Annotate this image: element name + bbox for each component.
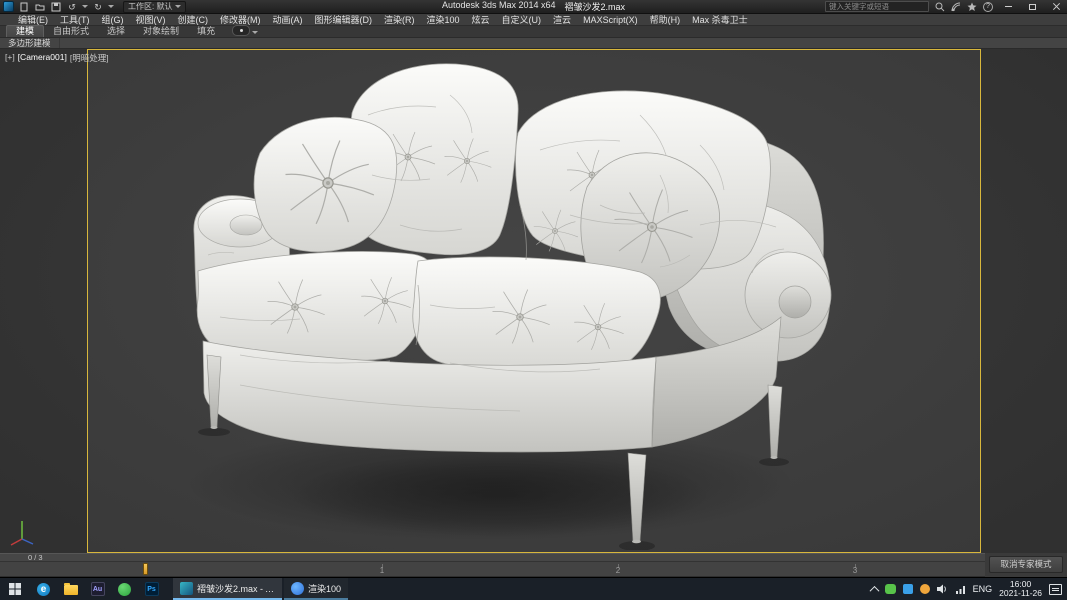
menu-item-group[interactable]: 组(G) <box>96 13 130 26</box>
photoshop-icon[interactable] <box>138 578 165 600</box>
taskbar-window-render100[interactable]: 渲染100 <box>284 578 348 600</box>
quick-access-toolbar: 工作区: 默认 <box>0 1 186 13</box>
frame-indicator: 0 / 3 <box>28 554 43 562</box>
language-indicator[interactable]: ENG <box>973 584 993 594</box>
taskbar: 褶皱沙发2.max - A... 渲染100 ENG 16:00 2021-11… <box>0 577 1067 600</box>
3dsmax-window: 工作区: 默认 Autodesk 3ds Max 2014 x64 褶皱沙发2.… <box>0 0 1067 600</box>
menu-item-tools[interactable]: 工具(T) <box>54 13 96 26</box>
new-scene-icon[interactable] <box>18 1 30 13</box>
ribbon-tab-modeling[interactable]: 建模 <box>6 25 44 37</box>
tick-label-2: 2 <box>616 566 620 575</box>
render100-icon <box>291 582 304 595</box>
file-title: 褶皱沙发2.max <box>565 0 626 13</box>
world-axis-icon <box>8 517 36 547</box>
workspace-label: 工作区: 默认 <box>128 1 172 12</box>
audition-icon[interactable] <box>84 578 111 600</box>
favorites-star-icon[interactable] <box>967 2 977 12</box>
menu-item-animation[interactable]: 动画(A) <box>267 13 309 26</box>
title-bar: 工作区: 默认 Autodesk 3ds Max 2014 x64 褶皱沙发2.… <box>0 0 1067 14</box>
taskbar-window-3dsmax[interactable]: 褶皱沙发2.max - A... <box>173 578 282 600</box>
ribbon-tabs: 建模 自由形式 选择 对象绘制 填充 <box>0 26 1067 38</box>
viewport-canvas[interactable]: [+] [Camera001] [明暗处理] <box>0 49 1067 553</box>
wechat-icon[interactable] <box>885 584 896 594</box>
maximize-button[interactable] <box>1023 0 1041 14</box>
redo-icon[interactable] <box>92 1 104 13</box>
menu-item-xuancloud[interactable]: 炫云 <box>466 13 496 26</box>
ribbon-tab-selection[interactable]: 选择 <box>98 26 134 37</box>
edge-browser-icon[interactable] <box>30 578 57 600</box>
hidden-icons-chevron[interactable] <box>869 585 879 595</box>
workspace-caret-icon <box>175 5 181 8</box>
ribbon-display-toggle[interactable] <box>232 25 250 36</box>
tick-label-3: 3 <box>853 566 857 575</box>
start-button[interactable] <box>0 578 30 600</box>
menu-item-graph-editors[interactable]: 图形编辑器(D) <box>309 13 379 26</box>
communication-center-icon[interactable] <box>951 2 961 12</box>
close-button[interactable] <box>1047 0 1065 14</box>
redo-dropdown-caret-icon[interactable] <box>108 5 114 8</box>
menu-bar: 编辑(E) 工具(T) 组(G) 视图(V) 创建(C) 修改器(M) 动画(A… <box>0 14 1067 26</box>
cloud-drive-icon[interactable] <box>903 584 913 594</box>
workspace-selector[interactable]: 工作区: 默认 <box>123 1 186 13</box>
save-icon[interactable] <box>50 1 62 13</box>
search-input[interactable] <box>825 1 929 12</box>
volume-icon[interactable] <box>937 584 949 594</box>
menu-item-max-antivirus[interactable]: Max 杀毒卫士 <box>686 13 754 26</box>
window-title: Autodesk 3ds Max 2014 x64 褶皱沙发2.max <box>442 0 625 13</box>
track-bar[interactable]: 0 / 3 <box>0 553 985 562</box>
infocenter <box>825 0 1067 14</box>
app-logo-icon[interactable] <box>3 1 14 12</box>
menu-item-rendercloud[interactable]: 渲云 <box>547 13 577 26</box>
undo-icon[interactable] <box>66 1 78 13</box>
cancel-expert-mode-button[interactable]: 取消专家模式 <box>989 556 1063 573</box>
product-title: Autodesk 3ds Max 2014 x64 <box>442 0 556 13</box>
render-frame-pillar-left <box>0 49 87 553</box>
minimize-button[interactable] <box>999 0 1017 14</box>
file-explorer-icon[interactable] <box>57 578 84 600</box>
ribbon-tab-populate[interactable]: 填充 <box>188 26 224 37</box>
security-icon[interactable] <box>920 584 930 594</box>
network-icon[interactable] <box>956 585 966 594</box>
menu-item-rendering[interactable]: 渲染(R) <box>378 13 421 26</box>
tick-label-1: 1 <box>380 566 384 575</box>
viewport-pov-menu[interactable]: [Camera001] <box>18 52 67 64</box>
render-frame-pillar-right <box>980 49 1067 553</box>
system-tray: ENG 16:00 2021-11-26 <box>871 578 1067 600</box>
menu-item-customize[interactable]: 自定义(U) <box>496 13 548 26</box>
undo-dropdown-caret-icon[interactable] <box>82 5 88 8</box>
open-file-icon[interactable] <box>34 1 46 13</box>
menu-item-views[interactable]: 视图(V) <box>130 13 172 26</box>
search-icon[interactable] <box>935 2 945 12</box>
ribbon-tab-freeform[interactable]: 自由形式 <box>44 26 98 37</box>
clock-date: 2021-11-26 <box>999 589 1042 598</box>
polygon-modeling-panel[interactable]: 多边形建模 <box>0 38 60 48</box>
3dsmax-file-icon <box>180 582 193 595</box>
sofa-model[interactable] <box>100 55 860 550</box>
time-ruler[interactable]: 1 2 3 <box>0 562 985 577</box>
action-center-icon[interactable] <box>1049 584 1062 595</box>
viewport-shading-menu[interactable]: [明暗处理] <box>70 52 109 64</box>
menu-item-help[interactable]: 帮助(H) <box>644 13 687 26</box>
taskbar-window-title: 渲染100 <box>308 582 341 595</box>
clock[interactable]: 16:00 2021-11-26 <box>999 580 1042 598</box>
time-slider-handle[interactable] <box>143 563 148 575</box>
menu-item-render100[interactable]: 渲染100 <box>421 13 466 26</box>
ribbon-tab-object-paint[interactable]: 对象绘制 <box>134 26 188 37</box>
taskbar-window-title: 褶皱沙发2.max - A... <box>197 582 275 595</box>
green-app-icon[interactable] <box>111 578 138 600</box>
ribbon-toggle-caret-icon[interactable] <box>252 31 258 34</box>
menu-item-maxscript[interactable]: MAXScript(X) <box>577 15 644 25</box>
help-icon[interactable] <box>983 2 993 12</box>
menu-item-create[interactable]: 创建(C) <box>172 13 215 26</box>
ribbon-panel-strip: 多边形建模 <box>0 38 1067 49</box>
viewport-label: [+] [Camera001] [明暗处理] <box>5 52 109 64</box>
viewport-general-menu[interactable]: [+] <box>5 52 15 64</box>
